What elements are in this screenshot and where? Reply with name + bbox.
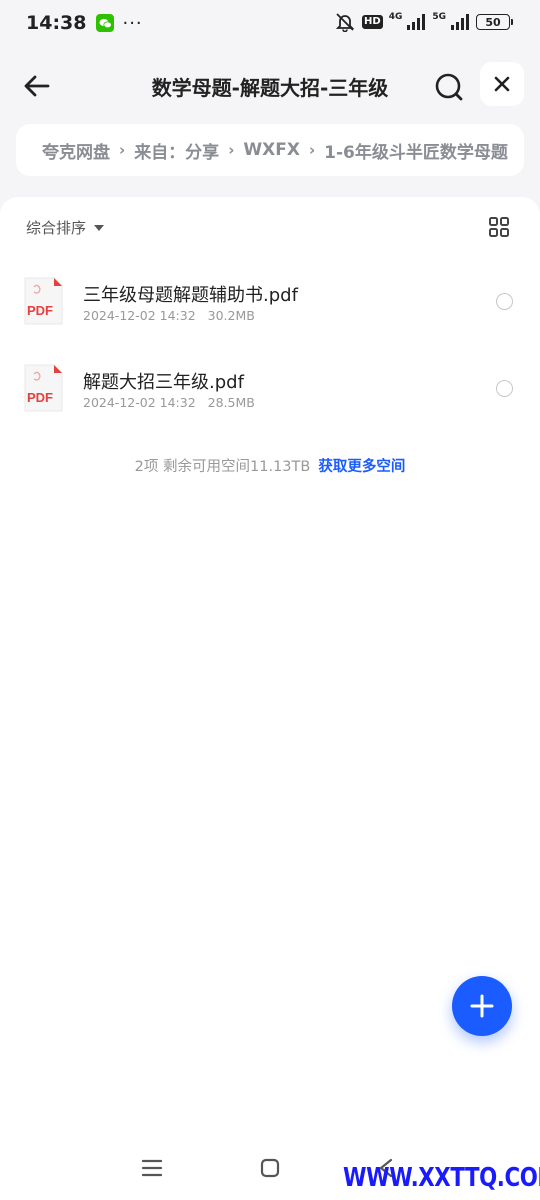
file-select-radio[interactable] [496, 293, 513, 310]
home-icon [260, 1158, 280, 1178]
net-5g-label: 5G [432, 12, 446, 22]
file-name: 三年级母题解题辅助书.pdf [83, 285, 298, 306]
back-arrow-icon [24, 75, 50, 97]
breadcrumb-item-folder[interactable]: 1-6年级斗半匠数学母题 [324, 138, 508, 163]
search-button[interactable] [430, 68, 468, 106]
breadcrumb-separator: › [119, 141, 126, 159]
breadcrumb: 夸克网盘 › 来自：分享 › WXFX › 1-6年级斗半匠数学母题 [16, 124, 524, 176]
hd-badge: HD [362, 15, 383, 29]
file-row[interactable]: PDF 解题大招三年级.pdf 2024-12-02 14:32 28.5MB [0, 364, 540, 444]
file-date: 2024-12-02 14:32 [83, 395, 196, 410]
mute-icon [334, 12, 356, 32]
add-button[interactable] [452, 976, 512, 1036]
nav-menu-button[interactable] [138, 1154, 166, 1182]
plus-icon [470, 994, 494, 1018]
file-meta: 2024-12-02 14:32 28.5MB [83, 395, 255, 410]
close-icon [494, 76, 510, 92]
caret-down-icon [94, 224, 105, 231]
pdf-file-icon: PDF [24, 277, 63, 325]
page-title: 数学母题-解题大招-三年级 [151, 76, 389, 100]
file-meta: 2024-12-02 14:32 30.2MB [83, 308, 255, 323]
file-row[interactable]: PDF 三年级母题解题辅助书.pdf 2024-12-02 14:32 30.2… [0, 277, 540, 357]
signal-icon [406, 14, 426, 30]
wechat-icon [96, 14, 115, 32]
status-time: 14:38 [26, 12, 87, 34]
battery-icon: 50 [476, 14, 513, 30]
file-select-radio[interactable] [496, 380, 513, 397]
pdf-icon-label: PDF [27, 390, 53, 405]
breadcrumb-separator: › [308, 141, 316, 159]
header: 数学母题-解题大招-三年级 [0, 58, 540, 114]
storage-info: 2项 剩余可用空间11.13TB 获取更多空间 [0, 455, 540, 476]
pdf-file-icon: PDF [24, 364, 63, 412]
pdf-icon-label: PDF [27, 303, 53, 318]
search-icon [435, 73, 463, 101]
breadcrumb-item-share[interactable]: 来自：分享 [134, 138, 219, 163]
sort-dropdown[interactable]: 综合排序 [26, 217, 105, 238]
file-list-panel: 综合排序 PDF 三年级母题解题辅助书.pdf 2024-12-02 14:32… [0, 197, 540, 1200]
status-more-icon: ··· [122, 12, 143, 34]
watermark: WWW.XXTTQ.COM [343, 1163, 540, 1193]
close-button[interactable] [480, 62, 524, 106]
file-size: 30.2MB [207, 308, 255, 323]
get-more-space-link[interactable]: 获取更多空间 [318, 459, 405, 475]
sort-label: 综合排序 [26, 219, 87, 237]
menu-icon [141, 1159, 163, 1177]
file-size: 28.5MB [207, 395, 255, 410]
file-name: 解题大招三年级.pdf [83, 372, 244, 393]
breadcrumb-item-wxfx[interactable]: WXFX [243, 140, 300, 160]
grid-view-button[interactable] [487, 215, 511, 239]
breadcrumb-item-root[interactable]: 夸克网盘 [42, 138, 110, 163]
storage-count-text: 2项 剩余可用空间11.13TB [134, 459, 311, 475]
status-bar: 14:38 ··· HD 4G 5G 50 [0, 0, 540, 46]
signal-icon-2 [450, 14, 470, 30]
status-icons: HD 4G 5G 50 [334, 12, 513, 32]
file-date: 2024-12-02 14:32 [83, 308, 196, 323]
grid-view-icon [489, 217, 509, 237]
nav-home-button[interactable] [256, 1154, 284, 1182]
breadcrumb-separator: › [228, 141, 235, 159]
back-button[interactable] [18, 68, 54, 104]
net-4g-label: 4G [388, 12, 403, 22]
